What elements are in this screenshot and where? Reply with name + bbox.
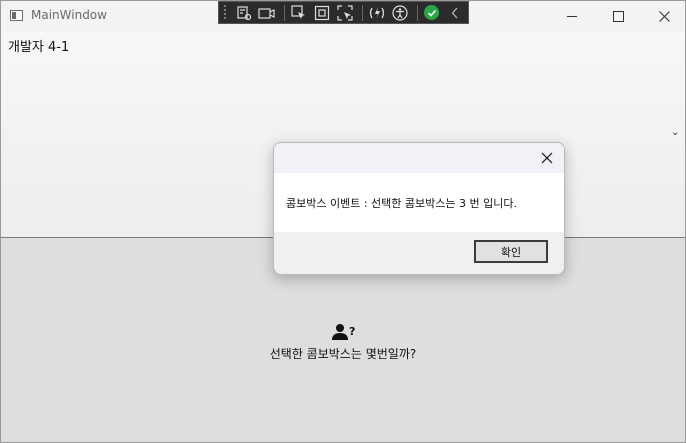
- collapse-icon: [451, 7, 457, 18]
- ok-button[interactable]: 확인: [474, 240, 548, 263]
- track-focus-icon: [337, 4, 353, 21]
- minimize-button[interactable]: [549, 1, 595, 32]
- toolbar-separator: [284, 4, 286, 21]
- accessibility-button[interactable]: [390, 4, 409, 22]
- user-question-icon: ?: [332, 324, 355, 340]
- binding-check-icon: [424, 5, 440, 20]
- toolbar-separator: [362, 4, 364, 21]
- maximize-button[interactable]: [595, 1, 641, 32]
- collapse-toolbar-button[interactable]: [445, 4, 464, 22]
- close-icon: [541, 152, 553, 164]
- window-title: MainWindow: [31, 8, 107, 22]
- close-icon: [658, 11, 670, 22]
- minimize-icon: [567, 16, 577, 17]
- live-visual-tree-button[interactable]: [234, 4, 253, 22]
- message-box-close-button[interactable]: [538, 149, 556, 167]
- accessibility-icon: [392, 4, 408, 21]
- binding-check-button[interactable]: [422, 4, 441, 22]
- message-box-body: 콤보박스 이벤트 : 선택한 콤보박스는 3 번 입니다.: [274, 173, 564, 232]
- display-adorners-button[interactable]: [312, 4, 331, 22]
- chevron-down-icon[interactable]: ⌄: [671, 127, 679, 138]
- select-element-icon: [291, 4, 305, 19]
- camera-button[interactable]: [257, 4, 276, 22]
- toolbar-grip[interactable]: [223, 4, 227, 21]
- select-element-button[interactable]: [289, 4, 308, 22]
- svg-text:?: ?: [349, 325, 355, 338]
- maximize-icon: [612, 11, 624, 22]
- hot-reload-button[interactable]: [367, 4, 386, 22]
- live-visual-tree-icon: [237, 5, 252, 20]
- message-text: 콤보박스 이벤트 : 선택한 콤보박스는 3 번 입니다.: [286, 197, 517, 210]
- developer-label: 개발자 4-1: [8, 40, 70, 55]
- hot-reload-icon: [369, 6, 384, 19]
- window-app-icon: [10, 10, 23, 21]
- display-adorners-icon: [314, 5, 329, 20]
- message-box-title-bar: [274, 143, 564, 173]
- question-label: 선택한 콤보박스는 몇번일까?: [269, 347, 417, 361]
- camera-icon: [258, 7, 276, 19]
- close-button[interactable]: [641, 1, 685, 32]
- message-box: 콤보박스 이벤트 : 선택한 콤보박스는 3 번 입니다. 확인: [273, 142, 565, 275]
- toolbar-separator: [417, 4, 419, 21]
- main-window: MainWindow 개발자 4-1 ⌄ ? 선택한 콤보박스는 몇번일까? 콤…: [0, 0, 686, 443]
- track-focus-button[interactable]: [335, 4, 354, 22]
- debug-toolbar: [218, 1, 469, 24]
